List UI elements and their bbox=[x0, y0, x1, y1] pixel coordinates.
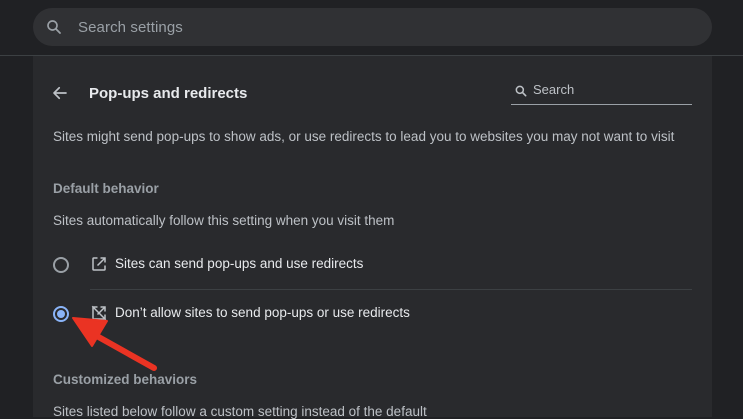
search-icon bbox=[45, 18, 63, 36]
popup-blocked-icon bbox=[90, 304, 108, 322]
page-description: Sites might send pop-ups to show ads, or… bbox=[53, 129, 675, 144]
default-behavior-subtitle: Sites automatically follow this setting … bbox=[53, 213, 395, 228]
settings-search-placeholder: Search settings bbox=[78, 18, 183, 36]
customized-behaviors-heading: Customized behaviors bbox=[53, 372, 198, 387]
options-divider bbox=[90, 289, 692, 290]
default-behavior-heading: Default behavior bbox=[53, 181, 159, 196]
page-header: Pop-ups and redirects Search bbox=[33, 68, 712, 122]
block-popups-label: Don’t allow sites to send pop-ups or use… bbox=[115, 305, 410, 320]
option-block-popups[interactable]: Don’t allow sites to send pop-ups or use… bbox=[33, 292, 712, 336]
open-in-new-icon bbox=[90, 255, 108, 273]
back-button[interactable] bbox=[48, 83, 72, 107]
site-search-input[interactable]: Search bbox=[511, 76, 692, 105]
page-title: Pop-ups and redirects bbox=[89, 85, 248, 102]
option-allow-popups[interactable]: Sites can send pop-ups and use redirects bbox=[33, 243, 712, 287]
block-popups-radio[interactable] bbox=[53, 306, 69, 322]
allow-popups-label: Sites can send pop-ups and use redirects bbox=[115, 256, 364, 271]
arrow-back-icon bbox=[51, 84, 69, 107]
search-icon bbox=[514, 84, 528, 98]
top-bar: Search settings bbox=[0, 0, 743, 56]
settings-search-input[interactable]: Search settings bbox=[33, 8, 712, 46]
allow-popups-radio[interactable] bbox=[53, 257, 69, 273]
site-search-placeholder: Search bbox=[533, 82, 575, 97]
settings-card: Pop-ups and redirects Search Sites might… bbox=[33, 56, 712, 419]
